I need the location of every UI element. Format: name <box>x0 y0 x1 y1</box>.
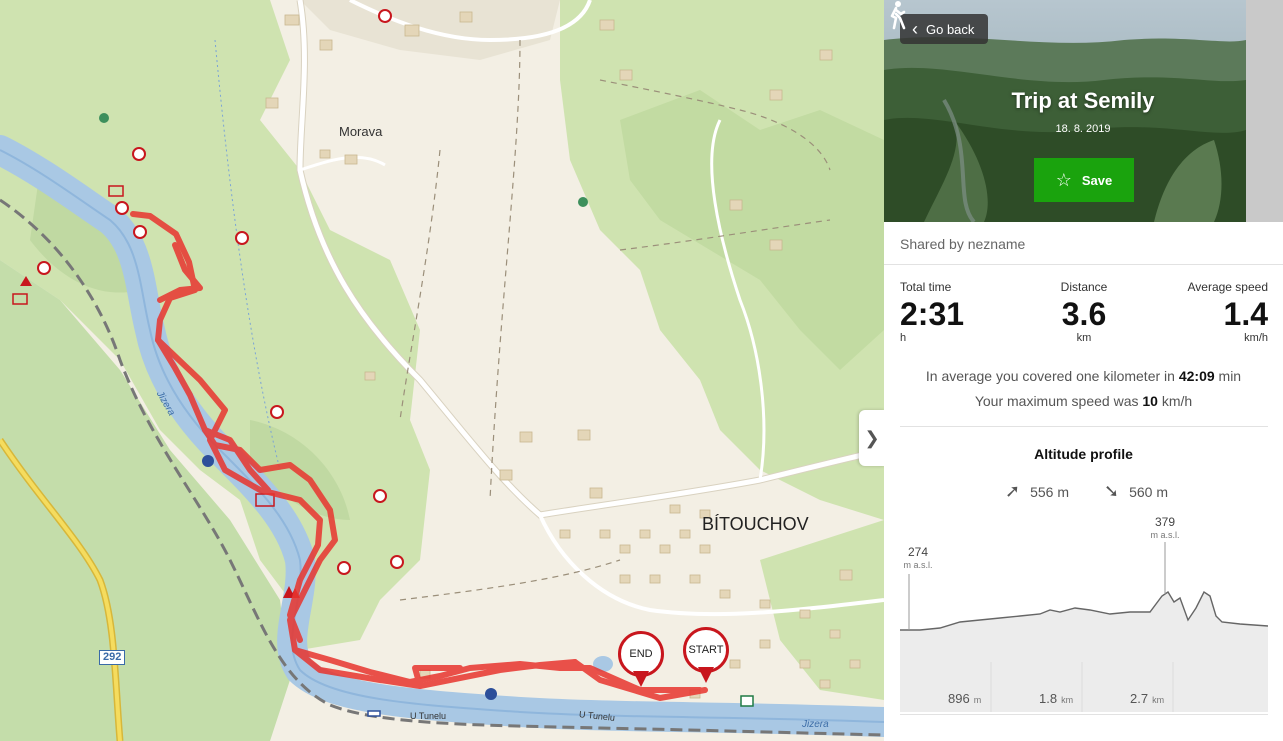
stat-average-speed: Average speed 1.4 km/h <box>1187 280 1268 344</box>
arrow-down-right-icon: ➘ <box>1104 481 1120 501</box>
river-label: Jizera <box>802 719 829 730</box>
pace-text: In average you covered one kilometer in … <box>884 368 1283 384</box>
altitude-unit: m a.s.l. <box>1150 530 1180 540</box>
divider <box>900 426 1268 427</box>
distance-tick-label: 2.7 km <box>1130 691 1164 706</box>
place-label-bitouchov: BÍTOUCHOV <box>702 514 809 534</box>
stat-label: Total time <box>900 280 952 294</box>
collapse-panel-button[interactable]: ❯ <box>859 410 885 466</box>
stat-unit: km <box>1076 332 1092 344</box>
stat-value: 2:31 <box>900 296 965 332</box>
hero-image: ‹ Go back Trip at Semily 18. 8. 2019 ☆ S… <box>884 0 1246 222</box>
altitude-max-value: 379 <box>1154 515 1176 529</box>
altitude-start-annotation: 274 m a.s.l. <box>900 546 936 572</box>
distance-tick-value: 1.8 <box>1039 691 1058 706</box>
shared-by-text: Shared by nezname <box>900 236 1026 252</box>
chevron-left-icon: ‹ <box>912 19 918 39</box>
distance-tick-unit: km <box>1061 695 1074 705</box>
app: Morava BÍTOUCHOV U Tunelu U Tunelu Jizer… <box>0 0 1283 741</box>
altitude-profile-title: Altitude profile <box>1034 446 1133 462</box>
trip-detail-panel: ‹ Go back Trip at Semily 18. 8. 2019 ☆ S… <box>884 0 1283 741</box>
altitude-chart[interactable] <box>900 512 1268 712</box>
max-speed-suffix: km/h <box>1161 393 1193 409</box>
map-canvas[interactable] <box>0 0 884 741</box>
stat-total-time: Total time 2:31 h <box>900 280 964 344</box>
pace-prefix: In average you covered one kilometer in <box>925 368 1175 384</box>
divider <box>884 264 1283 265</box>
pace-suffix: min <box>1218 368 1242 384</box>
place-label-morava: Morava <box>339 124 383 139</box>
distance-tick-unit: m <box>973 695 982 705</box>
distance-tick-value: 896 <box>948 691 970 706</box>
chevron-right-icon: ❯ <box>864 427 880 448</box>
road-number-shield: 292 <box>99 650 126 665</box>
start-marker[interactable]: START <box>683 627 729 685</box>
ascent: ➚ 556 m <box>1005 481 1069 502</box>
end-marker[interactable]: END <box>618 631 664 689</box>
divider <box>900 714 1268 715</box>
go-back-label: Go back <box>926 21 975 37</box>
save-button[interactable]: ☆ Save <box>1034 158 1134 202</box>
max-speed-text: Your maximum speed was 10 km/h <box>884 393 1283 409</box>
distance-tick-label: 1.8 km <box>1039 691 1073 706</box>
ascent-value: 556 m <box>1030 483 1070 500</box>
save-label: Save <box>1081 172 1113 188</box>
trip-date: 18. 8. 2019 <box>1055 123 1111 135</box>
marker-tail <box>698 667 714 683</box>
distance-tick-value: 2.7 <box>1130 691 1149 706</box>
max-speed-prefix: Your maximum speed was <box>974 393 1139 409</box>
scrollbar[interactable] <box>1246 0 1283 222</box>
stat-label: Average speed <box>1187 280 1268 294</box>
hiking-icon <box>890 1 906 30</box>
stat-label: Distance <box>1060 280 1108 294</box>
altitude-start-value: 274 <box>907 545 929 559</box>
pace-value: 42:09 <box>1178 368 1215 384</box>
stat-unit: h <box>900 332 907 344</box>
altitude-max-annotation: 379 m a.s.l. <box>1147 516 1183 542</box>
stat-unit: km/h <box>1244 332 1268 344</box>
stat-value: 1.4 <box>1223 296 1268 332</box>
street-label: U Tunelu <box>410 711 447 721</box>
distance-tick-unit: km <box>1152 695 1165 705</box>
marker-tail <box>633 671 649 687</box>
descent-value: 560 m <box>1129 483 1169 500</box>
go-back-button[interactable]: ‹ Go back <box>900 14 989 44</box>
max-speed-value: 10 <box>1142 393 1158 409</box>
stat-value: 3.6 <box>1061 296 1107 332</box>
star-icon: ☆ <box>1055 169 1072 190</box>
map-view[interactable]: Morava BÍTOUCHOV U Tunelu U Tunelu Jizer… <box>0 0 884 741</box>
trip-title: Trip at Semily <box>1011 88 1155 113</box>
distance-tick-label: 896 m <box>948 691 981 706</box>
arrow-up-right-icon: ➚ <box>1005 481 1021 501</box>
altitude-unit: m a.s.l. <box>903 560 933 570</box>
stat-distance: Distance 3.6 km <box>1034 280 1134 344</box>
descent: ➘ 560 m <box>1104 481 1168 502</box>
